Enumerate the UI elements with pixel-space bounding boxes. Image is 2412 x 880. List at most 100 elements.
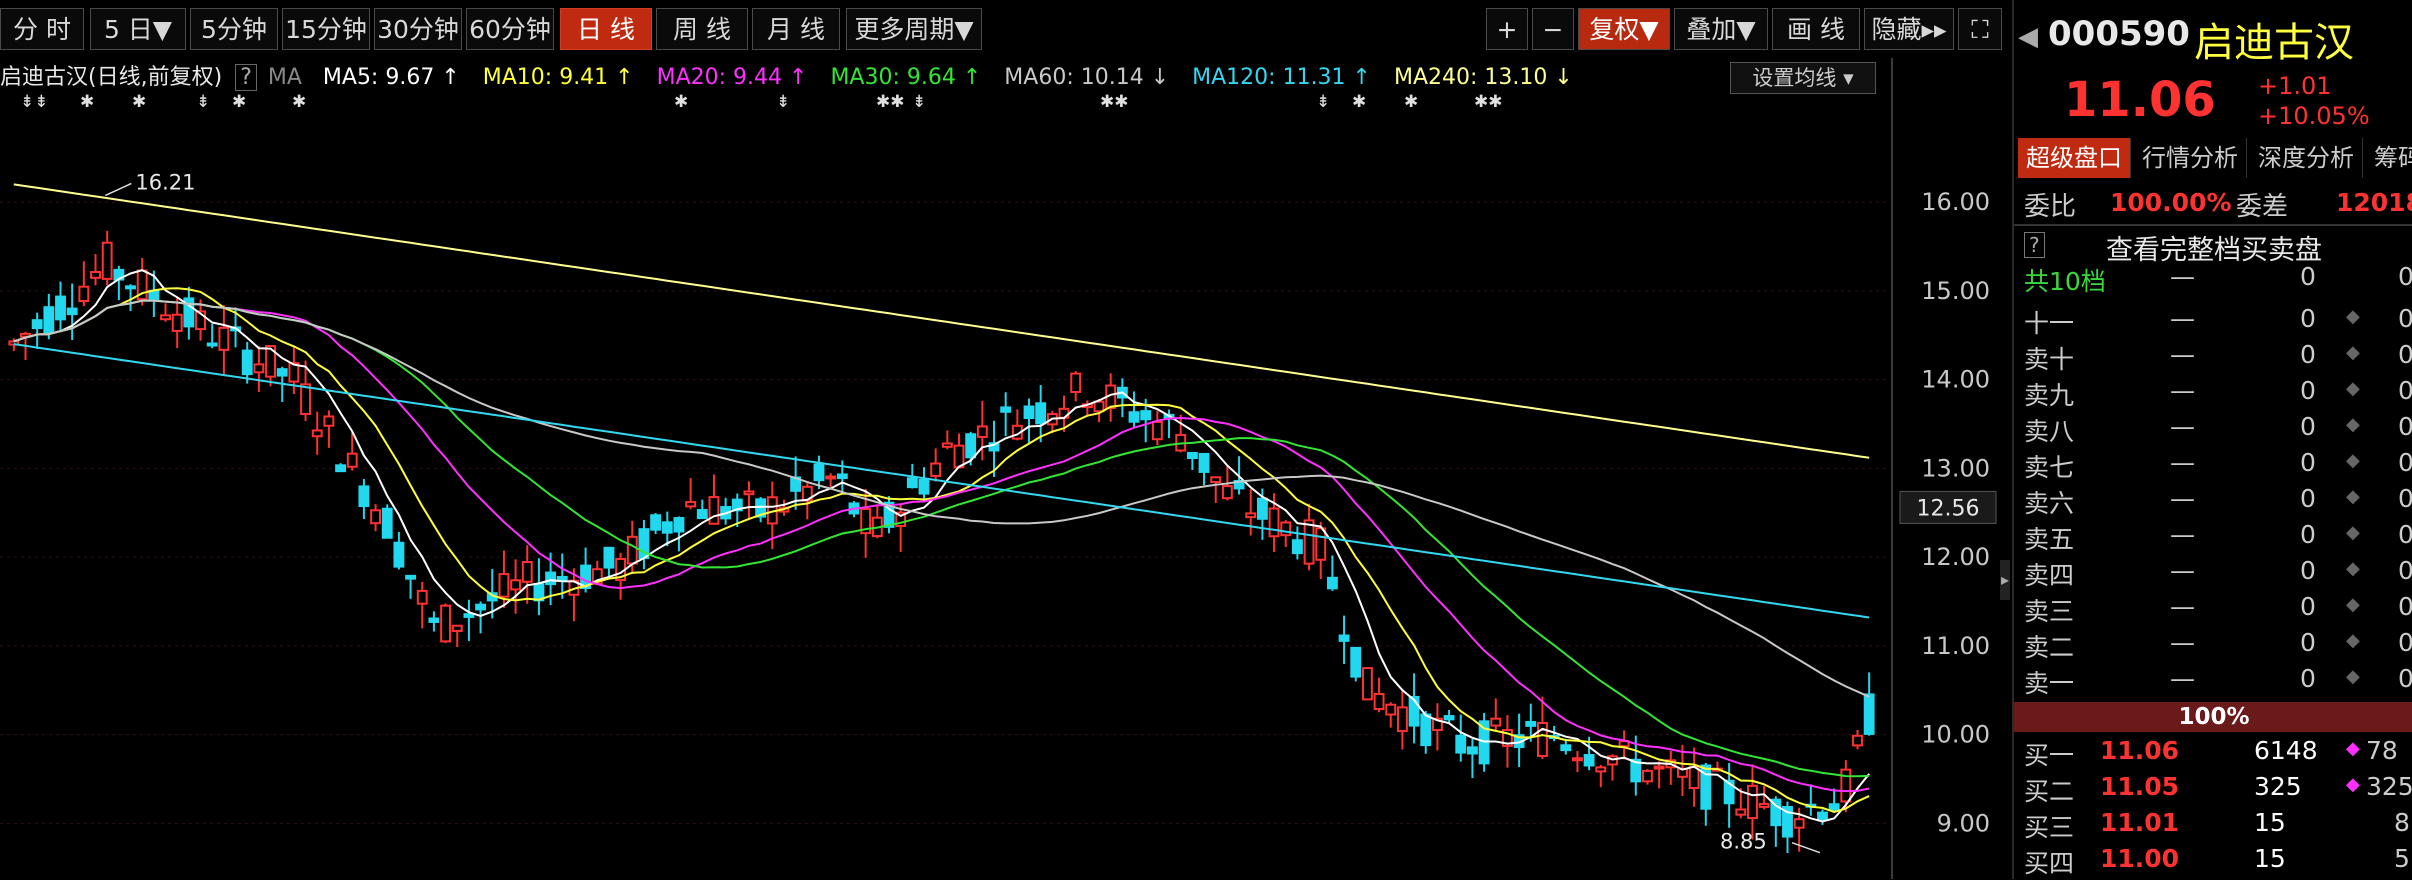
candle-down — [43, 306, 55, 334]
period-tab-daily[interactable]: 日 线 — [560, 8, 652, 50]
ask-extra: 0 — [2398, 664, 2412, 693]
y-tick-label: 12.00 — [1921, 543, 1990, 571]
event-mark[interactable]: ⇟ — [196, 92, 210, 112]
help-icon[interactable]: ? — [235, 64, 257, 91]
event-mark[interactable]: ⇟ — [1316, 92, 1330, 112]
candle-down — [393, 541, 405, 568]
period-tab-monthly[interactable]: 月 线 — [752, 8, 840, 50]
candle-up — [941, 442, 953, 448]
period-tab-60min[interactable]: 60分钟 — [466, 8, 554, 50]
candle-up — [160, 314, 171, 321]
tab-super-book[interactable]: 超级盘口 — [2018, 138, 2131, 178]
candle-up — [685, 501, 697, 508]
y-tick-label: 9.00 — [1937, 809, 1990, 837]
candle-down — [1326, 576, 1338, 590]
candle-up — [440, 604, 452, 643]
event-mark[interactable]: ✱ — [292, 92, 306, 112]
candle-down — [241, 349, 253, 376]
period-tab-5day[interactable]: 5 日▼ — [90, 8, 186, 50]
event-mark[interactable]: ⇟ — [912, 92, 926, 112]
event-mark[interactable]: ✱ — [1404, 92, 1418, 112]
ask-volume: 0 — [2300, 304, 2316, 333]
diff-label: 委差 — [2236, 192, 2289, 222]
candle-up — [1852, 734, 1863, 747]
event-mark[interactable]: ✱ — [132, 92, 146, 112]
period-tab-weekly[interactable]: 周 线 — [656, 8, 748, 50]
collapse-left-icon[interactable]: ◀ — [2018, 22, 2038, 52]
candle-down — [545, 571, 557, 586]
ask-extra: 0 — [2398, 556, 2412, 585]
bid-price: 11.05 — [2100, 772, 2180, 801]
adjust-dropdown[interactable]: 复权▼ — [1578, 8, 1670, 50]
diamond-icon: ◆ — [2346, 378, 2360, 399]
zoom-in-button[interactable]: + — [1486, 8, 1528, 50]
tab-market-analysis[interactable]: 行情分析 — [2134, 138, 2247, 178]
candle-up — [1221, 485, 1233, 500]
event-marks-row: ⇟⇟ ✱ ✱ ⇟ ✱ ✱ ✱ ⇟ ✱✱ ⇟ ✱✱ ⇟ ✱ ✱ ✱✱ — [0, 92, 1900, 114]
fullscreen-icon[interactable]: ⛶ — [1958, 8, 2002, 50]
help-icon[interactable]: ? — [2024, 232, 2045, 258]
candle-down — [673, 517, 685, 533]
bid-level-label: 买四 — [2024, 849, 2075, 878]
ask-volume: 0 — [2300, 340, 2316, 369]
bid-volume: 325 — [2254, 772, 2302, 801]
ma240-line — [13, 183, 1870, 459]
tab-chips[interactable]: 筹码 — [2366, 138, 2412, 178]
diamond-icon: ◆ — [2346, 306, 2360, 327]
bid-level-label: 买三 — [2024, 813, 2075, 842]
candle-up — [311, 429, 323, 438]
zoom-out-button[interactable]: − — [1532, 8, 1574, 50]
period-tab-15min[interactable]: 15分钟 — [282, 8, 370, 50]
candle-down — [1525, 720, 1537, 727]
candle-down — [1198, 452, 1210, 473]
kline-chart[interactable]: 16.00 15.00 14.00 13.00 12.00 11.00 10.00 9.00 1… — [0, 0, 2010, 879]
ask-extra: 0 — [2398, 520, 2412, 549]
candle-down — [650, 514, 662, 531]
candle-up — [1595, 766, 1607, 773]
ask-extra: 0 — [2398, 376, 2412, 405]
ask-level-label: 卖九 — [2024, 381, 2075, 410]
hide-button[interactable]: 隐藏▸▸ — [1864, 8, 1954, 50]
chart-stock-name: 启迪古汉 — [0, 65, 89, 90]
full-book-link[interactable]: 查看完整档买卖盘 — [2106, 228, 2322, 267]
ma-settings-button[interactable]: 设置均线 ▾ — [1730, 62, 1876, 94]
period-tab-intraday[interactable]: 分 时 — [0, 8, 84, 50]
pct-bar-label: 100% — [2178, 704, 2250, 730]
candle-up — [1280, 521, 1292, 537]
ask-volume: 0 — [2300, 484, 2316, 513]
period-tab-30min[interactable]: 30分钟 — [374, 8, 462, 50]
kline-chart-area[interactable]: 16.00 15.00 14.00 13.00 12.00 11.00 10.00 9.00 1… — [0, 0, 2010, 879]
ma5-value: MA5: 9.67 ↑ — [322, 65, 460, 90]
candle-up — [1385, 703, 1397, 716]
candle-down — [661, 521, 673, 534]
diamond-icon: ◆ — [2346, 450, 2360, 471]
candle-down — [1583, 754, 1595, 767]
bid-extra: 325 — [2366, 772, 2412, 801]
bid-price: 11.00 — [2100, 844, 2180, 873]
overlay-dropdown[interactable]: 叠加▼ — [1674, 8, 1768, 50]
event-mark[interactable]: ⇟ — [776, 92, 790, 112]
event-mark[interactable]: ✱ — [1352, 92, 1366, 112]
candle-down — [475, 603, 487, 611]
candle-down — [1000, 406, 1012, 413]
tab-deep-analysis[interactable]: 深度分析 — [2250, 138, 2363, 178]
candle-down — [1443, 715, 1455, 721]
event-mark[interactable]: ✱ — [674, 92, 688, 112]
event-mark[interactable]: ✱✱ — [1100, 92, 1129, 112]
event-mark[interactable]: ✱✱ — [876, 92, 905, 112]
event-mark[interactable]: ✱✱ — [1474, 92, 1503, 112]
event-mark[interactable]: ⇟⇟ — [20, 92, 49, 112]
event-mark[interactable]: ✱ — [232, 92, 246, 112]
period-tab-5min[interactable]: 5分钟 — [190, 8, 278, 50]
panel-splitter[interactable]: ▸ — [2000, 560, 2010, 600]
more-periods-dropdown[interactable]: 更多周期▼ — [846, 8, 982, 50]
ma20-value: MA20: 9.44 ↑ — [656, 65, 808, 90]
candle-up — [171, 313, 183, 332]
ask-extra: 0 — [2398, 448, 2412, 477]
ma120-line — [13, 343, 1870, 619]
ask-volume: 0 — [2300, 520, 2316, 549]
diamond-icon: ◆ — [2346, 774, 2360, 795]
draw-line-button[interactable]: 画 线 — [1772, 8, 1860, 50]
event-mark[interactable]: ✱ — [80, 92, 94, 112]
candle-up — [1793, 818, 1805, 829]
